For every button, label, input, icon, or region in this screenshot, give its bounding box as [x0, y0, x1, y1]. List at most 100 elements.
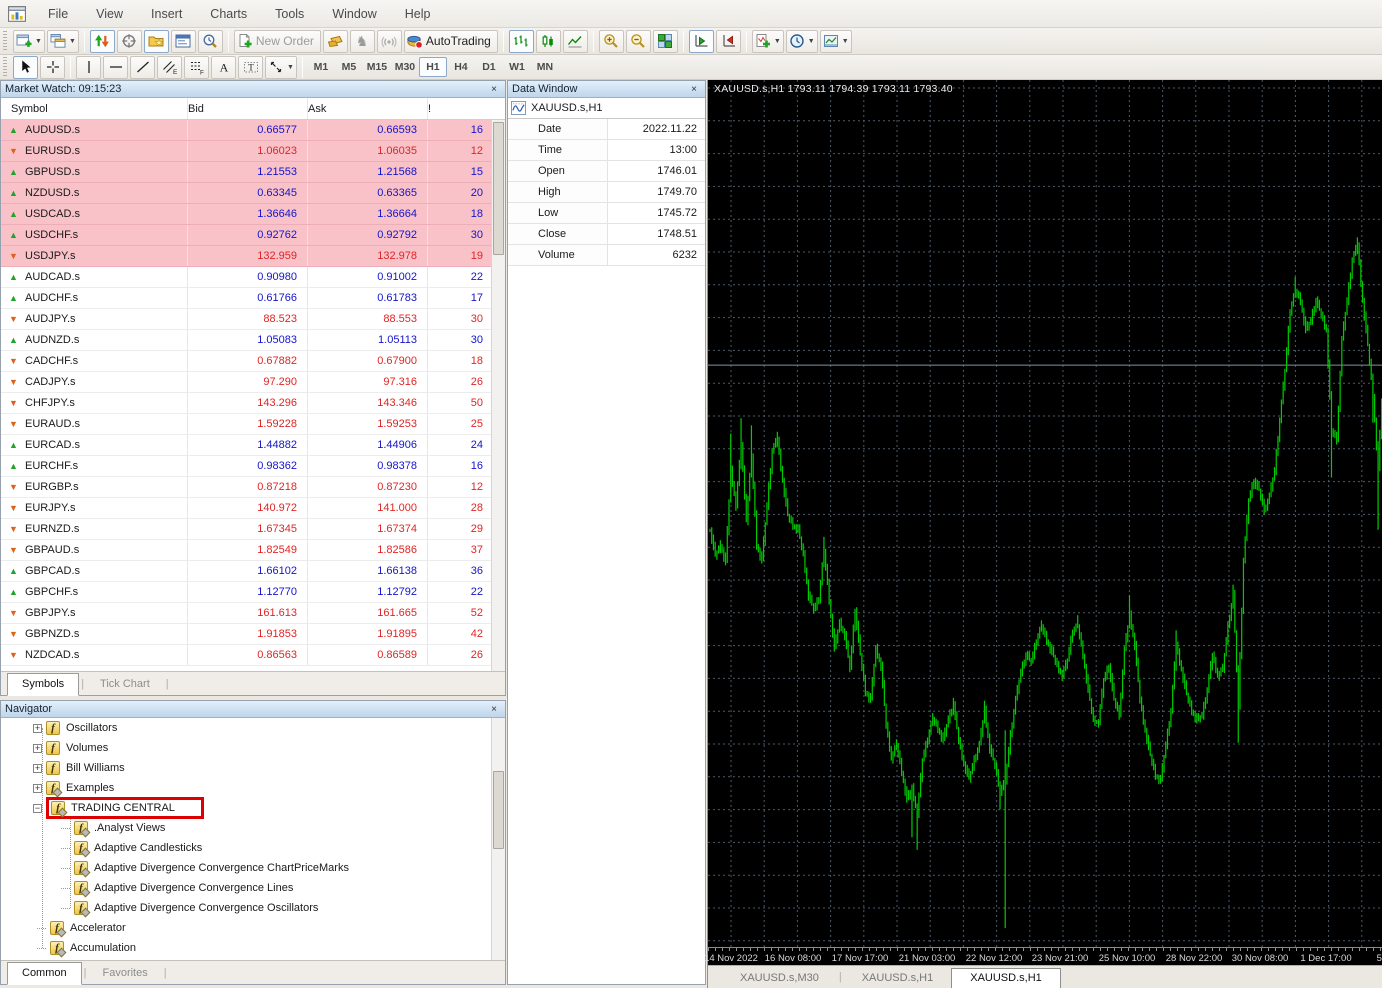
chart-tab-1[interactable]: XAUUSD.s,H1: [844, 969, 952, 988]
chart-tab-0[interactable]: XAUUSD.s,M30: [722, 969, 837, 988]
auto-scroll-button[interactable]: [689, 30, 714, 53]
market-watch-row-euraud-s[interactable]: ▼EURAUD.s1.592281.5925325: [1, 414, 491, 435]
menu-item-view[interactable]: View: [82, 2, 137, 26]
chart-tab-2[interactable]: XAUUSD.s,H1: [951, 968, 1061, 988]
navigator-item-accumulation[interactable]: fAccumulation: [1, 938, 491, 958]
time-axis[interactable]: 14 Nov 202216 Nov 08:0017 Nov 17:0021 No…: [708, 947, 1382, 965]
market-watch-row-gbpcad-s[interactable]: ▲GBPCAD.s1.661021.6613836: [1, 561, 491, 582]
market-watch-row-usdjpy-s[interactable]: ▼USDJPY.s132.959132.97819: [1, 246, 491, 267]
autotrading-button[interactable]: AutoTrading: [404, 30, 498, 53]
cursor-button[interactable]: [13, 56, 38, 79]
close-icon[interactable]: ×: [487, 704, 501, 715]
expand-icon[interactable]: +: [33, 724, 42, 733]
market-watch-row-gbpchf-s[interactable]: ▲GBPCHF.s1.127701.1279222: [1, 582, 491, 603]
zoom-out-button[interactable]: [626, 30, 651, 53]
navigator-item-trading-central[interactable]: −fTRADING CENTRAL: [1, 798, 491, 818]
tab-tick-chart[interactable]: Tick Chart: [86, 674, 164, 695]
close-icon[interactable]: ×: [487, 84, 501, 95]
candlestick-chart-button[interactable]: [536, 30, 561, 53]
profiles-button[interactable]: ▼: [47, 30, 79, 53]
crosshair-button[interactable]: [40, 56, 65, 79]
strategy-tester-button[interactable]: [198, 30, 223, 53]
navigator-item-bill-williams[interactable]: +fBill Williams: [1, 758, 491, 778]
navigator-item-adaptive-divergence-convergence-oscillators[interactable]: fAdaptive Divergence Convergence Oscilla…: [1, 898, 491, 918]
market-watch-row-nzdcad-s[interactable]: ▼NZDCAD.s0.865630.8658926: [1, 645, 491, 666]
menu-item-help[interactable]: Help: [391, 2, 445, 26]
scrollbar-thumb[interactable]: [493, 771, 504, 849]
navigator-item-adaptive-candlesticks[interactable]: fAdaptive Candlesticks: [1, 838, 491, 858]
market-watch-row-nzdusd-s[interactable]: ▲NZDUSD.s0.633450.6336520: [1, 183, 491, 204]
menu-item-tools[interactable]: Tools: [261, 2, 318, 26]
menu-item-window[interactable]: Window: [318, 2, 390, 26]
signals-button[interactable]: [377, 30, 402, 53]
expand-icon[interactable]: +: [33, 764, 42, 773]
chart-window[interactable]: XAUUSD.s,H1 1793.11 1794.39 1793.11 1793…: [707, 80, 1382, 988]
new-order-button[interactable]: New Order: [234, 30, 321, 53]
indicators-button[interactable]: ▼: [752, 30, 784, 53]
tab-symbols[interactable]: Symbols: [7, 673, 79, 696]
menu-item-file[interactable]: File: [34, 2, 82, 26]
market-watch-row-eurgbp-s[interactable]: ▼EURGBP.s0.872180.8723012: [1, 477, 491, 498]
text-button[interactable]: A: [211, 56, 236, 79]
scrollbar-thumb[interactable]: [493, 122, 504, 255]
timeframe-m30-button[interactable]: M30: [391, 57, 419, 77]
market-watch-row-audjpy-s[interactable]: ▼AUDJPY.s88.52388.55330: [1, 309, 491, 330]
horizontal-line-button[interactable]: [103, 56, 128, 79]
terminal-button[interactable]: [171, 30, 196, 53]
templates-button[interactable]: ▼: [820, 30, 852, 53]
close-icon[interactable]: ×: [687, 84, 701, 95]
data-window-button[interactable]: [117, 30, 142, 53]
navigator-item-adaptive-divergence-convergence-lines[interactable]: fAdaptive Divergence Convergence Lines: [1, 878, 491, 898]
market-watch-row-chfjpy-s[interactable]: ▼CHFJPY.s143.296143.34650: [1, 393, 491, 414]
navigator-item-oscillators[interactable]: +fOscillators: [1, 718, 491, 738]
fibonacci-retracement-button[interactable]: F: [184, 56, 209, 79]
market-watch-row-cadchf-s[interactable]: ▼CADCHF.s0.678820.6790018: [1, 351, 491, 372]
market-watch-row-eurnzd-s[interactable]: ▼EURNZD.s1.673451.6737429: [1, 519, 491, 540]
tab-common[interactable]: Common: [7, 962, 82, 985]
text-label-button[interactable]: T: [238, 56, 263, 79]
market-watch-row-usdcad-s[interactable]: ▲USDCAD.s1.366461.3666418: [1, 204, 491, 225]
market-watch-row-eurusd-s[interactable]: ▼EURUSD.s1.060231.0603512: [1, 141, 491, 162]
line-chart-button[interactable]: [563, 30, 588, 53]
price-chart[interactable]: [708, 80, 1382, 947]
menu-item-charts[interactable]: Charts: [196, 2, 261, 26]
chart-shift-button[interactable]: [716, 30, 741, 53]
timeframe-h4-button[interactable]: H4: [447, 57, 475, 77]
zoom-in-button[interactable]: [599, 30, 624, 53]
expand-icon[interactable]: +: [33, 784, 42, 793]
periods-button[interactable]: ▼: [786, 30, 818, 53]
timeframe-w1-button[interactable]: W1: [503, 57, 531, 77]
expand-icon[interactable]: +: [33, 744, 42, 753]
navigator-button[interactable]: [144, 30, 169, 53]
menu-item-insert[interactable]: Insert: [137, 2, 196, 26]
arrows-button[interactable]: ▼: [265, 56, 297, 79]
expert-advisors-button[interactable]: ♞: [350, 30, 375, 53]
tile-windows-button[interactable]: [653, 30, 678, 53]
column-header-bid[interactable]: Bid: [187, 98, 307, 119]
trendline-button[interactable]: [130, 56, 155, 79]
navigator-item-volumes[interactable]: +fVolumes: [1, 738, 491, 758]
tab-favorites[interactable]: Favorites: [88, 963, 161, 984]
column-header-ask[interactable]: Ask: [307, 98, 427, 119]
timeframe-d1-button[interactable]: D1: [475, 57, 503, 77]
timeframe-m5-button[interactable]: M5: [335, 57, 363, 77]
column-header-symbol[interactable]: Symbol: [1, 98, 187, 119]
timeframe-mn-button[interactable]: MN: [531, 57, 559, 77]
navigator-item-accelerator[interactable]: fAccelerator: [1, 918, 491, 938]
timeframe-h1-button[interactable]: H1: [419, 57, 447, 77]
market-watch-row-eurjpy-s[interactable]: ▼EURJPY.s140.972141.00028: [1, 498, 491, 519]
market-watch-row-eurchf-s[interactable]: ▲EURCHF.s0.983620.9837816: [1, 456, 491, 477]
market-watch-button[interactable]: [90, 30, 115, 53]
market-watch-row-audchf-s[interactable]: ▲AUDCHF.s0.617660.6178317: [1, 288, 491, 309]
navigator-item-examples[interactable]: +fExamples: [1, 778, 491, 798]
bar-chart-button[interactable]: [509, 30, 534, 53]
market-watch-row-audcad-s[interactable]: ▲AUDCAD.s0.909800.9100222: [1, 267, 491, 288]
market-watch-row-gbpusd-s[interactable]: ▲GBPUSD.s1.215531.2156815: [1, 162, 491, 183]
market-watch-row-gbpaud-s[interactable]: ▼GBPAUD.s1.825491.8258637: [1, 540, 491, 561]
equidistant-channel-button[interactable]: E: [157, 56, 182, 79]
market-watch-row-cadjpy-s[interactable]: ▼CADJPY.s97.29097.31626: [1, 372, 491, 393]
market-watch-row-audnzd-s[interactable]: ▲AUDNZD.s1.050831.0511330: [1, 330, 491, 351]
market-watch-row-gbpnzd-s[interactable]: ▼GBPNZD.s1.918531.9189542: [1, 624, 491, 645]
market-watch-row-eurcad-s[interactable]: ▲EURCAD.s1.448821.4490624: [1, 435, 491, 456]
navigator-scrollbar[interactable]: [491, 718, 505, 960]
